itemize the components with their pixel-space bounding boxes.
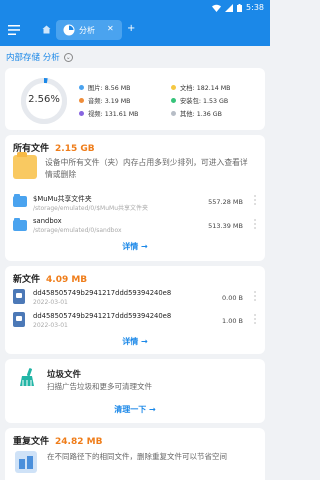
status-bar: 5:38 — [0, 0, 270, 16]
legend-label: 图片: 8.56 MB — [88, 85, 131, 92]
legend-item: 音频: 3.19 MB — [79, 96, 131, 105]
list-item[interactable]: dd458505749b2941217ddd59394240e8 2022-03… — [13, 311, 257, 335]
entry-name: sandbox — [33, 217, 62, 225]
clean-up-link[interactable]: 清理一下 → — [5, 404, 265, 415]
new-files-title-text: 新文件 — [13, 275, 41, 285]
legend-dot — [79, 98, 84, 103]
breadcrumb[interactable]: 内部存储 分析 ⌄ — [6, 51, 73, 63]
legend-label: 安装包: 1.53 GB — [180, 98, 229, 105]
entry-date: 2022-03-01 — [33, 299, 68, 306]
new-files-title: 新文件 4.09 MB — [13, 272, 87, 285]
image-file-icon — [13, 312, 25, 327]
all-files-details-link[interactable]: 详情 → — [5, 241, 265, 252]
broom-icon — [20, 368, 34, 386]
chevron-down-icon[interactable]: ⌄ — [63, 53, 73, 62]
legend-dot — [79, 111, 84, 116]
legend-label: 其他: 1.36 GB — [180, 111, 222, 118]
close-tab-icon[interactable]: ✕ — [107, 24, 114, 33]
duplicate-files-icon — [15, 451, 37, 473]
duplicate-files-title-text: 重复文件 — [13, 437, 50, 447]
home-icon[interactable] — [42, 25, 51, 34]
all-files-size: 2.15 GB — [55, 144, 95, 154]
storage-percent: 2.56% — [28, 94, 60, 105]
new-files-size: 4.09 MB — [46, 275, 88, 285]
image-file-icon — [13, 289, 25, 304]
signal-icon — [225, 3, 234, 12]
storage-summary-card: 2.56% 图片: 8.56 MB 文档: 182.14 MB 音频: 3.19… — [5, 68, 265, 130]
legend-item: 其他: 1.36 GB — [171, 109, 222, 118]
legend-item: 文档: 182.14 MB — [171, 83, 231, 92]
wifi-icon — [212, 4, 222, 12]
legend-dot — [171, 85, 176, 90]
folder-icon — [13, 218, 27, 231]
duplicate-files-size: 24.82 MB — [55, 437, 103, 447]
new-files-card: 新文件 4.09 MB dd458505749b2941217ddd5939424… — [5, 266, 265, 354]
app-bar: 分析 ✕ + — [0, 16, 270, 46]
legend-dot — [171, 98, 176, 103]
duplicate-files-title: 重复文件 24.82 MB — [13, 434, 102, 447]
entry-name: $MuMu共享文件夹 — [33, 195, 92, 203]
legend-item: 视频: 131.61 MB — [79, 109, 139, 118]
status-time: 5:38 — [246, 3, 264, 12]
legend-label: 视频: 131.61 MB — [88, 111, 139, 118]
legend-item: 图片: 8.56 MB — [79, 83, 131, 92]
junk-files-title: 垃圾文件 — [47, 370, 82, 380]
all-files-card: 所有文件 2.15 GB 设备中所有文件（夹）内存占用多到少排列，可进入查看详情或… — [5, 135, 265, 261]
pie-icon — [63, 24, 75, 36]
entry-name: dd458505749b2941217ddd59394240e8 — [33, 312, 172, 320]
battery-icon — [237, 3, 243, 12]
entry-path: /storage/emulated/0/$MuMu共享文件夹 — [33, 205, 149, 212]
more-vert-icon[interactable]: · · · — [253, 289, 257, 305]
legend-label: 音频: 3.19 MB — [88, 98, 131, 105]
new-files-details-link[interactable]: 详情 → — [5, 336, 265, 347]
entry-name: dd458505749b2941217ddd59394240e8 — [33, 289, 172, 297]
list-item[interactable]: dd458505749b2941217ddd59394240e8 2022-03… — [13, 288, 257, 312]
folder-large-icon — [13, 152, 37, 179]
more-vert-icon[interactable]: · · · — [253, 217, 257, 233]
list-item[interactable]: $MuMu共享文件夹 /storage/emulated/0/$MuMu共享文件… — [13, 192, 257, 216]
more-vert-icon[interactable]: · · · — [253, 193, 257, 209]
legend-dot — [79, 85, 84, 90]
folder-icon — [13, 194, 27, 207]
entry-size: 0.00 B — [222, 294, 243, 302]
legend-dot — [171, 111, 176, 116]
entry-size: 1.00 B — [222, 317, 243, 325]
duplicate-files-card: 重复文件 24.82 MB 在不同路径下的相同文件，删除重复文件可以节省空间 — [5, 428, 265, 480]
tab-analysis[interactable]: 分析 ✕ — [56, 20, 122, 40]
legend-label: 文档: 182.14 MB — [180, 85, 231, 92]
tab-analysis-label: 分析 — [79, 26, 95, 35]
menu-icon[interactable] — [8, 24, 20, 36]
add-tab-icon[interactable]: + — [127, 23, 135, 34]
entry-size: 557.28 MB — [208, 198, 243, 206]
all-files-intro-text: 设备中所有文件（夹）内存占用多到少排列，可进入查看详情或删除 — [45, 158, 248, 179]
storage-donut: 2.56% — [21, 78, 67, 124]
entry-size: 513.39 MB — [208, 222, 243, 230]
duplicate-files-desc: 在不同路径下的相同文件，删除重复文件可以节省空间 — [47, 452, 227, 461]
junk-files-desc: 扫描广告垃圾和更多可清理文件 — [47, 382, 152, 391]
breadcrumb-label: 内部存储 分析 — [6, 53, 60, 63]
list-item[interactable]: sandbox /storage/emulated/0/sandbox 513.… — [13, 216, 257, 240]
junk-files-card: 垃圾文件 扫描广告垃圾和更多可清理文件 清理一下 → — [5, 359, 265, 423]
more-vert-icon[interactable]: · · · — [253, 312, 257, 328]
entry-path: /storage/emulated/0/sandbox — [33, 227, 122, 234]
legend-item: 安装包: 1.53 GB — [171, 96, 228, 105]
entry-date: 2022-03-01 — [33, 322, 68, 329]
